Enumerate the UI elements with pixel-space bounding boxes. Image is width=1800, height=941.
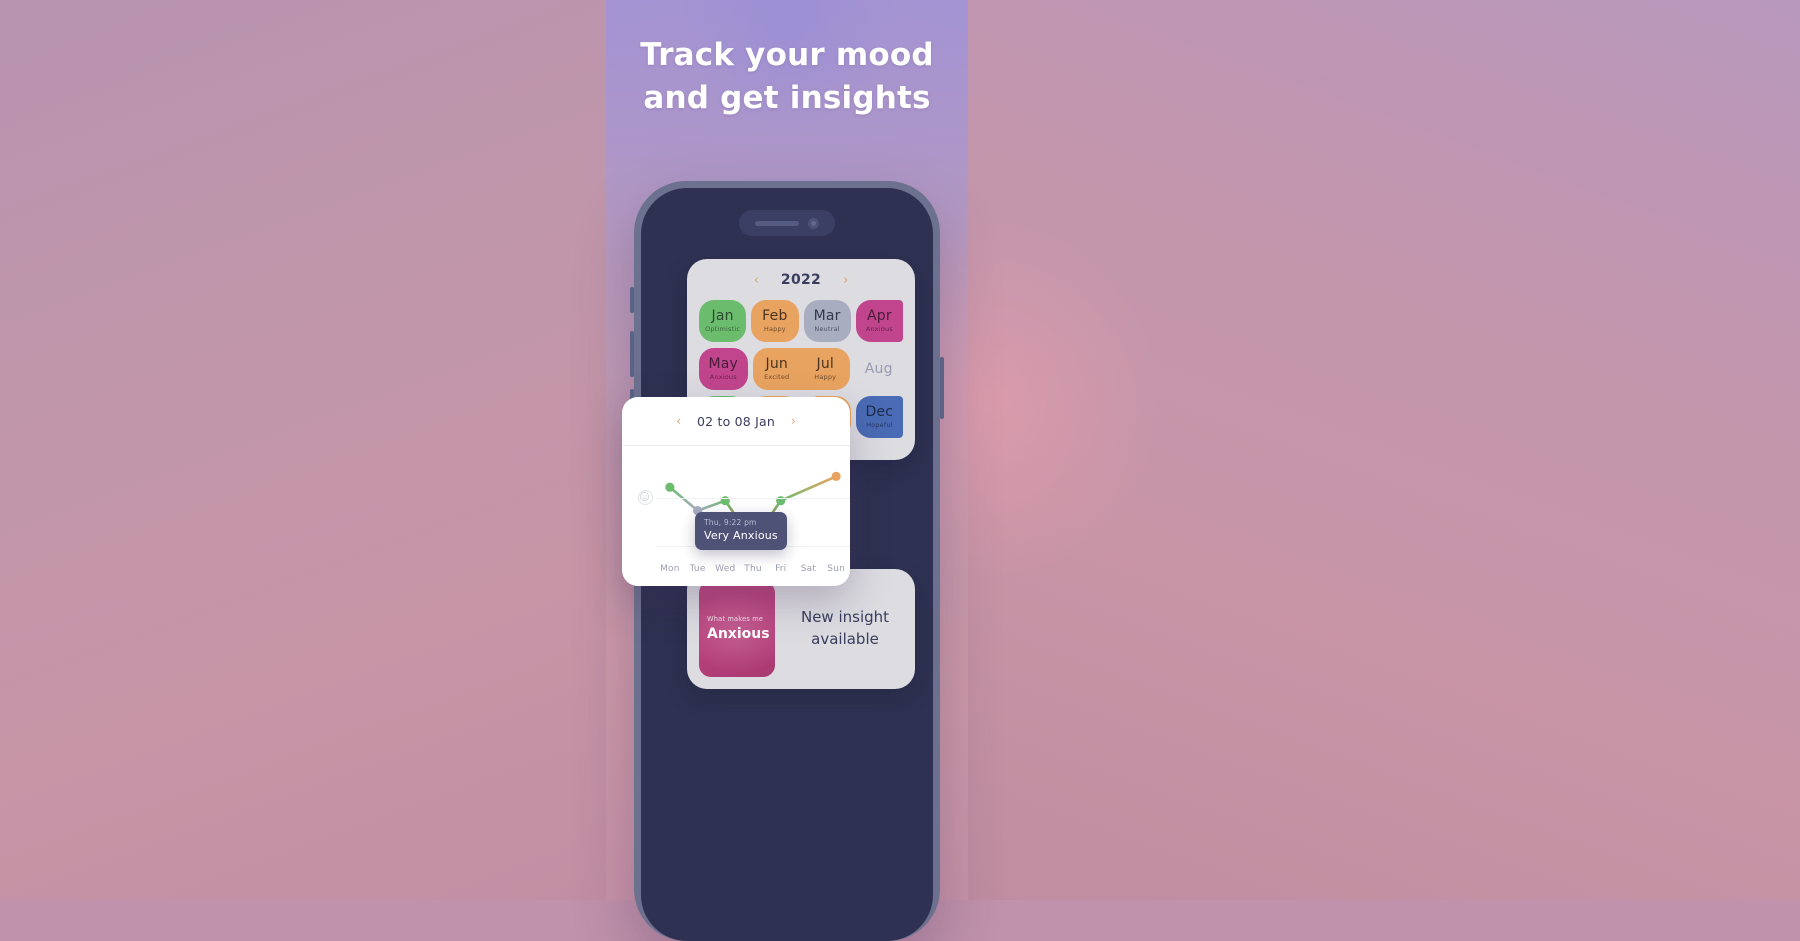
mute-switch-button[interactable] [630, 287, 634, 313]
mood-line-chart: Mon Tue Wed Thu Fri Sat Sun Thu, 9:22 pm Very … [622, 446, 850, 586]
insight-message-line-2: available [811, 630, 879, 648]
insight-tile-title: Anxious [707, 626, 770, 643]
month-pill-dec[interactable]: Dec Hopeful [855, 396, 903, 438]
month-pill-may[interactable]: May Anxious [699, 348, 748, 390]
week-navigator: ‹ 02 to 08 Jan › [622, 397, 850, 446]
month-name: Jan [711, 308, 734, 325]
month-row: Jan Optimistic Feb Happy Mar Neutral Apr Anxiou… [699, 300, 903, 342]
insight-tile-kicker: What makes me [707, 614, 764, 623]
month-mood-label: Anxious [709, 373, 737, 382]
month-name: Jul [816, 356, 834, 373]
x-label-thu: Thu [744, 564, 762, 574]
month-pill-apr[interactable]: Apr Anxious [855, 300, 903, 342]
power-button[interactable] [940, 357, 944, 419]
prev-year-button[interactable]: ‹ [754, 274, 759, 287]
next-year-button[interactable]: › [843, 274, 848, 287]
x-label-wed: Wed [715, 564, 736, 574]
month-mood-label: Happy [814, 373, 837, 382]
x-label-fri: Fri [775, 564, 787, 574]
headline-line-1: Track your mood [640, 37, 934, 73]
happy-face-icon [638, 490, 653, 505]
chart-point-happy[interactable] [831, 471, 841, 481]
x-label-tue: Tue [689, 564, 706, 574]
month-name: Feb [762, 308, 788, 325]
chart-x-axis-labels: Mon Tue Wed Thu Fri Sat Sun [656, 564, 850, 574]
month-mood-label: Excited [764, 373, 790, 382]
speaker-grille-icon [755, 220, 799, 226]
tooltip-timestamp: Thu, 9:22 pm [704, 518, 757, 527]
month-pill-feb[interactable]: Feb Happy [751, 300, 799, 342]
prev-week-button[interactable]: ‹ [676, 415, 681, 427]
month-pill-aug[interactable]: Aug [855, 348, 904, 390]
month-mood-label: Happy [763, 325, 786, 334]
month-pill-jan[interactable]: Jan Optimistic [699, 300, 747, 342]
headline-line-2: and get insights [643, 79, 931, 116]
front-camera-icon [808, 217, 819, 229]
insight-message-line-1: New insight [800, 608, 890, 627]
background-left-panel [0, 0, 606, 900]
month-mood-label: Neutral [814, 325, 840, 334]
gridline-upper [656, 498, 850, 499]
chart-tooltip: Thu, 9:22 pm Very Anxious [695, 512, 787, 550]
insight-message: New insight available [787, 607, 903, 651]
month-pill-jul[interactable]: Jul Happy [801, 348, 850, 390]
year-navigator: ‹ 2022 › [699, 272, 903, 288]
volume-up-button[interactable] [630, 331, 634, 377]
dynamic-island [739, 210, 835, 236]
next-week-button[interactable]: › [791, 415, 796, 427]
month-row: May Anxious Jun Excited Jul Happy Aug [699, 348, 903, 390]
year-label: 2022 [780, 272, 822, 288]
month-pill-jun[interactable]: Jun Excited [752, 348, 801, 390]
month-mood-label: Hopeful [866, 421, 893, 430]
insight-thumbnail[interactable]: What makes me Anxious [699, 581, 775, 677]
chart-point-optimistic[interactable] [665, 482, 675, 492]
month-pill-mar[interactable]: Mar Neutral [803, 300, 851, 342]
page-title: Track your mood and get insights [606, 34, 968, 120]
month-name: Apr [866, 308, 892, 325]
x-label-sat: Sat [800, 564, 817, 574]
tooltip-mood-label: Very Anxious [704, 529, 778, 542]
x-label-mon: Mon [660, 564, 680, 574]
new-insight-card[interactable]: What makes me Anxious New insight availa… [687, 569, 915, 689]
week-range-label: 02 to 08 Jan [697, 413, 775, 429]
month-name: Mar [813, 308, 841, 325]
month-mood-label: Optimistic [705, 325, 741, 334]
month-name: Jun [765, 356, 788, 373]
month-mood-label: Anxious [865, 325, 893, 334]
x-label-sun: Sun [827, 564, 846, 574]
month-name: May [708, 356, 739, 373]
month-name: Aug [864, 361, 893, 377]
weekly-mood-chart-card: ‹ 02 to 08 Jan › Mon Tue Wed Thu Fri Sat… [622, 397, 850, 586]
month-name: Dec [865, 404, 894, 421]
